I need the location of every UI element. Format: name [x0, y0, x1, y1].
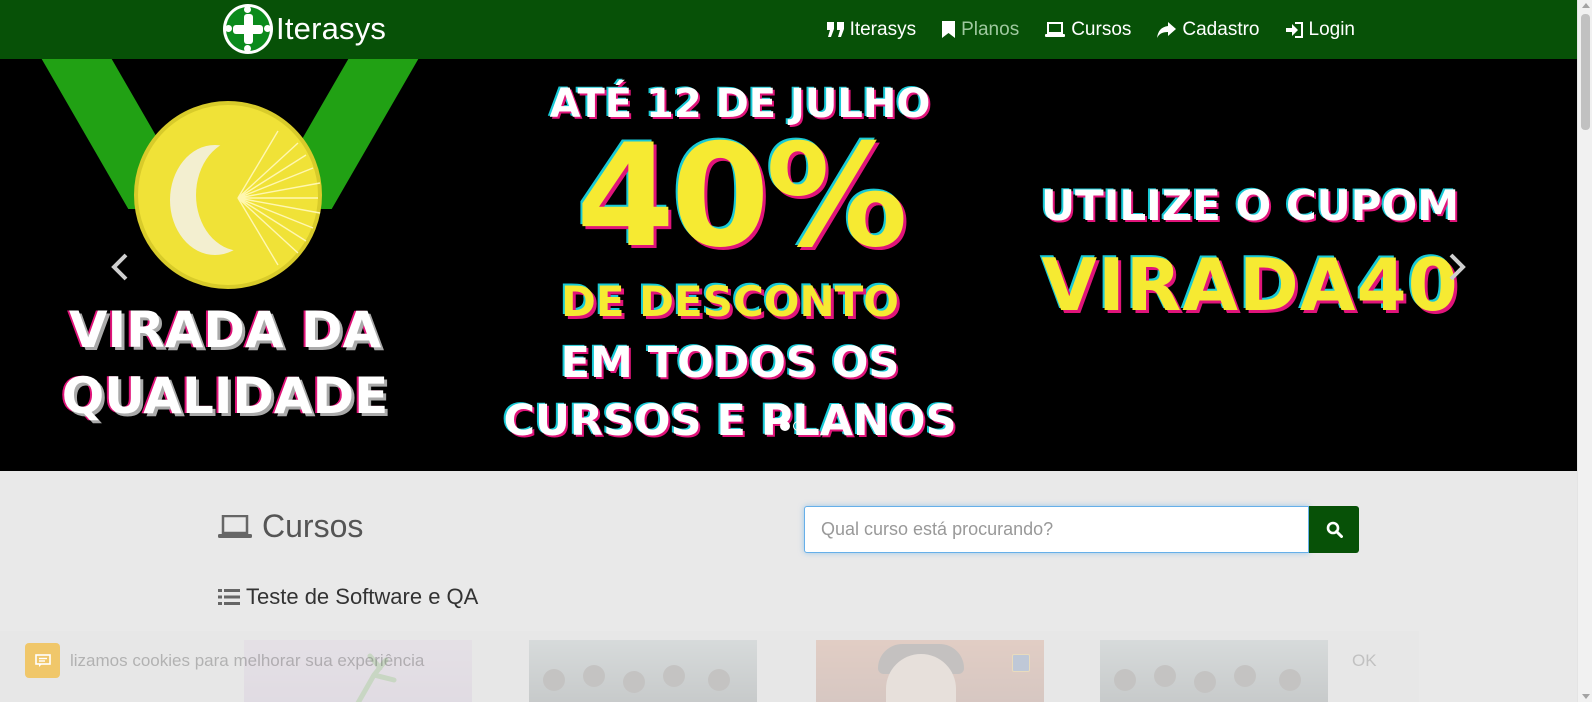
brand-name: Iterasys: [276, 11, 387, 46]
laptop-icon: [218, 514, 252, 538]
list-icon: [218, 589, 240, 605]
promo-banner-carousel[interactable]: VIRADA DA QUALIDADE ATÉ 12 DE JULHO 40% …: [0, 59, 1577, 471]
banner-left-line1: VIRADA DA: [68, 301, 382, 359]
scroll-up-icon[interactable]: [1582, 3, 1590, 8]
banner-all-courses: EM TODOS OS CURSOS E PLANOS: [500, 334, 960, 450]
banner-all-line2: CURSOS E PLANOS: [503, 396, 957, 446]
nav-item-cursos[interactable]: Cursos: [1045, 19, 1131, 41]
banner-percent: 40%: [576, 114, 908, 279]
nav-item-cadastro[interactable]: Cadastro: [1157, 18, 1260, 41]
carousel-next-button[interactable]: [1447, 252, 1467, 282]
nav-item-login[interactable]: Login: [1285, 18, 1356, 41]
cookie-chat-icon[interactable]: [25, 643, 60, 678]
banner-left-line2: QUALIDADE: [61, 367, 389, 425]
course-search: [804, 506, 1359, 553]
carousel-prev-button[interactable]: [110, 252, 130, 282]
course-search-input[interactable]: [804, 506, 1309, 553]
scroll-down-icon[interactable]: [1582, 694, 1590, 699]
nav-item-label: Login: [1308, 18, 1356, 40]
courses-heading: Cursos: [218, 508, 363, 545]
cookie-ok-button[interactable]: OK: [1352, 651, 1377, 671]
chevron-left-icon: [111, 253, 128, 281]
page-scrollbar[interactable]: [1577, 0, 1592, 702]
share-icon: [1157, 21, 1177, 38]
banner-all-line1: EM TODOS OS: [560, 338, 900, 388]
brand-link[interactable]: Iterasys: [223, 4, 386, 54]
banner-discount: DE DESCONTO: [560, 277, 899, 326]
banner-coupon-code: VIRADA40: [1041, 243, 1459, 327]
cookie-consent-bar: lizamos cookies para melhorar sua experi…: [0, 631, 1419, 702]
nav-item-planos[interactable]: Planos: [942, 19, 1019, 41]
banner-left-title: VIRADA DA QUALIDADE: [60, 297, 390, 429]
nav-item-label: Cursos: [1071, 18, 1132, 40]
search-icon: [1326, 521, 1343, 538]
carousel-indicator-active[interactable]: [780, 421, 790, 431]
nav-item-iterasys[interactable]: Iterasys: [826, 18, 917, 41]
category-title: Teste de Software e QA: [246, 584, 479, 609]
quote-icon: [826, 22, 844, 37]
nav-item-label: Cadastro: [1182, 18, 1260, 40]
banner-use-coupon: UTILIZE O CUPOM: [1040, 181, 1460, 230]
sun-rays-icon: [237, 130, 321, 266]
search-button[interactable]: [1309, 506, 1359, 553]
laptop-icon: [1045, 22, 1066, 37]
medal-icon: [134, 101, 322, 289]
chevron-right-icon: [1449, 253, 1466, 281]
message-icon: [34, 653, 51, 667]
nav-item-label: Iterasys: [849, 18, 917, 40]
courses-title: Cursos: [262, 508, 364, 544]
cookie-text: lizamos cookies para melhorar sua experi…: [70, 651, 425, 670]
sign-in-icon: [1285, 21, 1303, 38]
iterasys-logo-icon: [223, 4, 273, 54]
bookmark-icon: [942, 21, 956, 38]
navbar: Iterasys Iterasys Planos Cursos Cadastro…: [0, 0, 1577, 59]
nav-item-label: Planos: [961, 18, 1020, 40]
carousel-indicator[interactable]: [793, 421, 803, 431]
scroll-thumb[interactable]: [1581, 14, 1590, 130]
category-heading: Teste de Software e QA: [218, 584, 478, 610]
nav-menu: Iterasys Planos Cursos Cadastro Login: [826, 0, 1356, 59]
